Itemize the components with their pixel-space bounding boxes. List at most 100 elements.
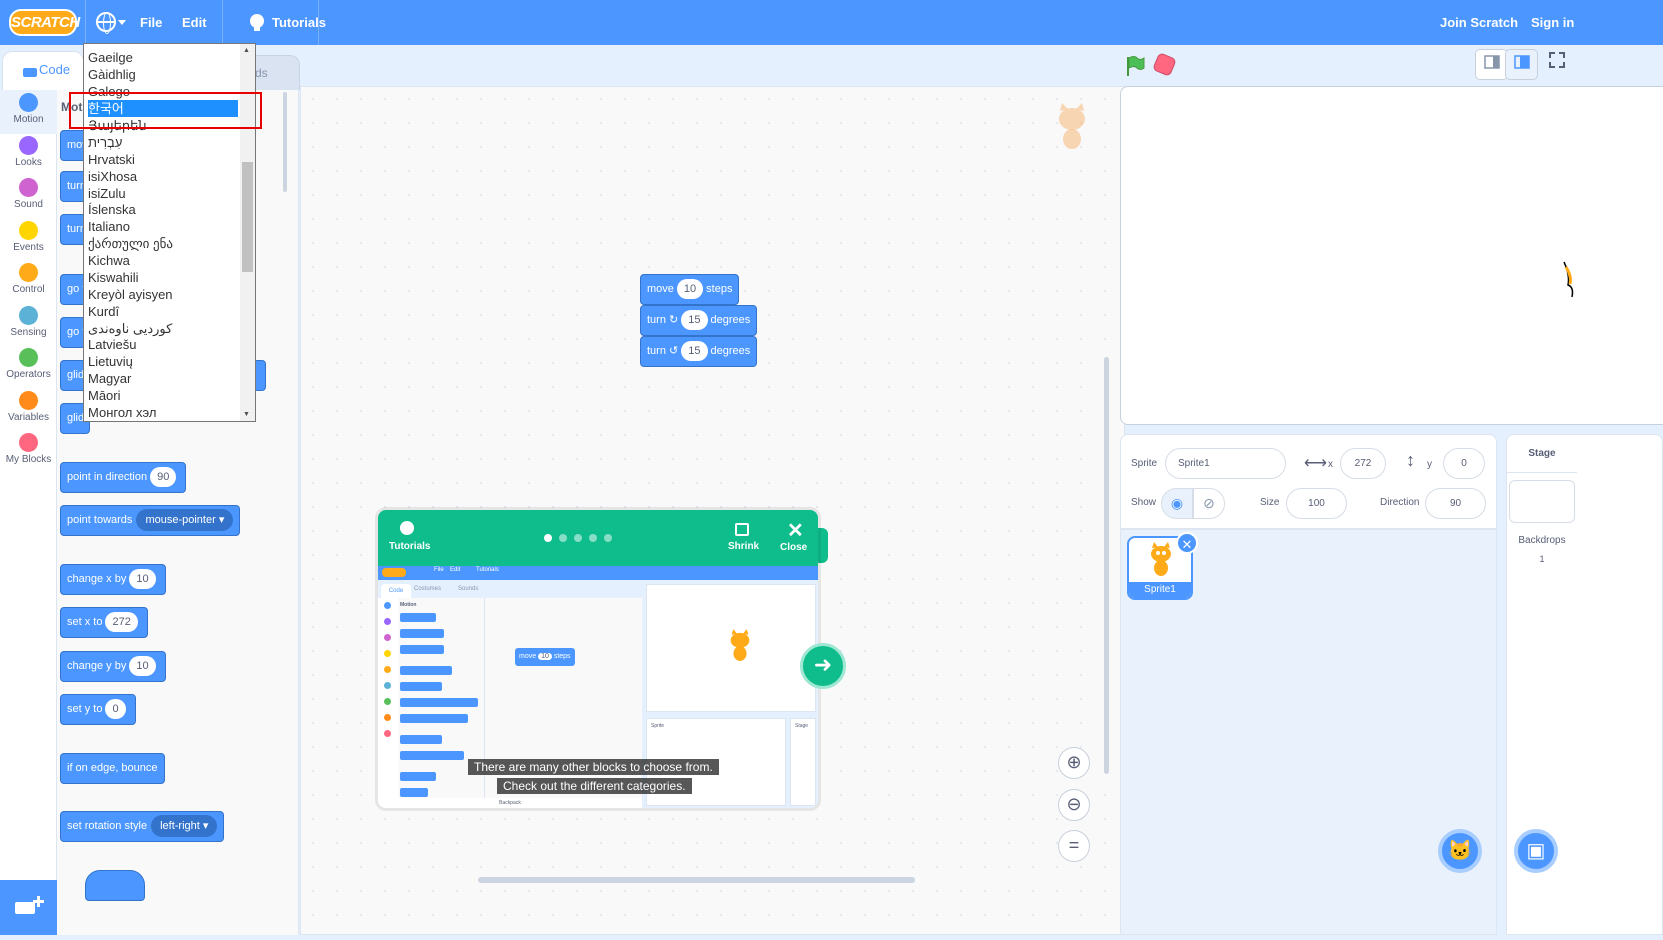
tab-code[interactable]: Code: [2, 51, 84, 91]
language-option[interactable]: Íslenska: [88, 201, 238, 218]
shrink-icon[interactable]: [735, 523, 749, 536]
set-y-input[interactable]: 0: [105, 699, 126, 720]
step-dot-active[interactable]: [544, 534, 552, 542]
large-stage-button[interactable]: [1505, 49, 1538, 80]
workspace-horizontal-scrollbar[interactable]: [478, 877, 915, 883]
category-sound[interactable]: Sound: [0, 175, 57, 219]
sign-in-link[interactable]: Sign in: [1531, 0, 1574, 45]
language-option[interactable]: Italiano: [88, 218, 238, 235]
step-dot[interactable]: [604, 534, 612, 542]
y-field[interactable]: 0: [1443, 448, 1485, 479]
choose-sprite-icon[interactable]: 🐱: [1438, 829, 1482, 873]
mini-tab-code: Code: [381, 584, 411, 598]
choose-backdrop-icon[interactable]: ▣: [1514, 829, 1558, 873]
size-field[interactable]: 100: [1286, 488, 1347, 519]
scratch-logo[interactable]: SCRATCH: [9, 9, 80, 36]
change-y-input[interactable]: 10: [129, 656, 156, 677]
language-option[interactable]: Gaeilge: [88, 49, 238, 66]
step-dot[interactable]: [559, 534, 567, 542]
category-looks[interactable]: Looks: [0, 133, 57, 177]
zoom-out-icon[interactable]: ⊖: [1058, 789, 1090, 821]
block-partial[interactable]: [85, 870, 145, 901]
fullscreen-button[interactable]: [1540, 49, 1573, 80]
file-menu[interactable]: File: [140, 0, 162, 45]
turn-left-input[interactable]: 15: [681, 341, 708, 362]
shrink-button[interactable]: Shrink: [728, 541, 759, 552]
add-extension-button[interactable]: [0, 880, 57, 935]
language-option[interactable]: Latviešu: [88, 336, 238, 353]
sprite-name-field[interactable]: Sprite1: [1165, 448, 1286, 479]
category-motion[interactable]: Motion: [0, 90, 57, 134]
set-x-input[interactable]: 272: [105, 612, 138, 633]
category-operators[interactable]: Operators: [0, 345, 57, 389]
stage-canvas[interactable]: [1120, 86, 1663, 425]
chevron-down-icon[interactable]: [118, 20, 126, 25]
close-icon[interactable]: ✕: [787, 518, 804, 543]
block-change-x[interactable]: change x by 10: [60, 564, 166, 595]
language-option[interactable]: Hrvatski: [88, 151, 238, 168]
language-option[interactable]: Gàidhlig: [88, 66, 238, 83]
category-my-blocks[interactable]: My Blocks: [0, 430, 57, 474]
language-option[interactable]: isiXhosa: [88, 168, 238, 185]
turn-right-input[interactable]: 15: [681, 310, 708, 331]
block-if-on-edge-bounce[interactable]: if on edge, bounce: [60, 753, 165, 784]
x-field[interactable]: 272: [1340, 448, 1386, 479]
block-set-rotation-style[interactable]: set rotation style left-right ▾: [60, 811, 225, 842]
language-option[interactable]: Kiswahili: [88, 269, 238, 286]
block-set-y[interactable]: set y to 0: [60, 694, 136, 725]
arrow-right-icon[interactable]: ➜: [800, 643, 846, 689]
category-control[interactable]: Control: [0, 260, 57, 304]
direction-field[interactable]: 90: [1425, 488, 1486, 519]
language-option[interactable]: ქართული ენა: [88, 235, 238, 252]
block-change-y[interactable]: change y by 10: [60, 651, 166, 682]
y-label: y: [1427, 459, 1432, 470]
category-variables[interactable]: Variables: [0, 388, 57, 432]
globe-icon[interactable]: [96, 12, 116, 34]
workspace-vertical-scrollbar[interactable]: [1104, 357, 1109, 774]
block-point-in-direction[interactable]: point in direction 90: [60, 462, 187, 493]
language-option[interactable]: עִבְרִית: [88, 134, 238, 151]
language-option[interactable]: Kurdî: [88, 303, 238, 320]
step-dot[interactable]: [589, 534, 597, 542]
close-button[interactable]: Close: [780, 542, 807, 553]
hide-sprite-button[interactable]: ⊘: [1193, 488, 1225, 519]
green-flag-icon[interactable]: [1124, 55, 1146, 77]
language-option[interactable]: کوردیی ناوەندی: [88, 320, 238, 337]
workspace-block-turn-right[interactable]: turn ↻ 15 degrees: [640, 305, 758, 336]
category-sensing[interactable]: Sensing: [0, 303, 57, 347]
language-scrollbar-thumb[interactable]: [242, 162, 253, 272]
workspace-block-turn-left[interactable]: turn ↺ 15 degrees: [640, 336, 758, 367]
small-stage-button[interactable]: [1475, 49, 1508, 80]
language-option[interactable]: Māori: [88, 387, 238, 404]
scroll-down-icon[interactable]: ▼: [243, 411, 250, 418]
language-option[interactable]: Lietuvių: [88, 353, 238, 370]
join-scratch-link[interactable]: Join Scratch: [1440, 0, 1518, 45]
edit-menu[interactable]: Edit: [182, 0, 207, 45]
change-x-input[interactable]: 10: [129, 569, 156, 590]
language-option[interactable]: Kichwa: [88, 252, 238, 269]
scroll-up-icon[interactable]: ▲: [243, 47, 250, 54]
block-set-x[interactable]: set x to 272: [60, 607, 148, 638]
language-option[interactable]: Kreyòl ayisyen: [88, 286, 238, 303]
mini-block: [400, 682, 442, 691]
step-dot[interactable]: [574, 534, 582, 542]
language-option[interactable]: Монгол хэл: [88, 404, 238, 421]
zoom-reset-icon[interactable]: =: [1058, 830, 1090, 862]
move-steps-input[interactable]: 10: [676, 279, 704, 300]
workspace-block-move[interactable]: move 10 steps: [640, 274, 740, 305]
backdrop-thumbnail[interactable]: [1509, 480, 1575, 523]
trash-icon[interactable]: ✕: [1176, 532, 1198, 554]
show-sprite-button[interactable]: ◉: [1161, 488, 1193, 519]
category-events[interactable]: Events: [0, 218, 57, 262]
block-point-towards[interactable]: point towards mouse-pointer ▾: [60, 505, 241, 536]
language-option[interactable]: Magyar: [88, 370, 238, 387]
category-label: Events: [13, 242, 44, 253]
palette-scrollbar[interactable]: [283, 92, 287, 192]
lightbulb-icon[interactable]: [250, 14, 264, 31]
zoom-in-icon[interactable]: ⊕: [1058, 747, 1090, 779]
stop-icon[interactable]: [1152, 52, 1177, 77]
target-dropdown[interactable]: mouse-pointer ▾: [136, 509, 234, 532]
language-option[interactable]: isiZulu: [88, 185, 238, 202]
direction-input[interactable]: 90: [150, 467, 177, 488]
rotation-dropdown[interactable]: left-right ▾: [151, 815, 218, 838]
